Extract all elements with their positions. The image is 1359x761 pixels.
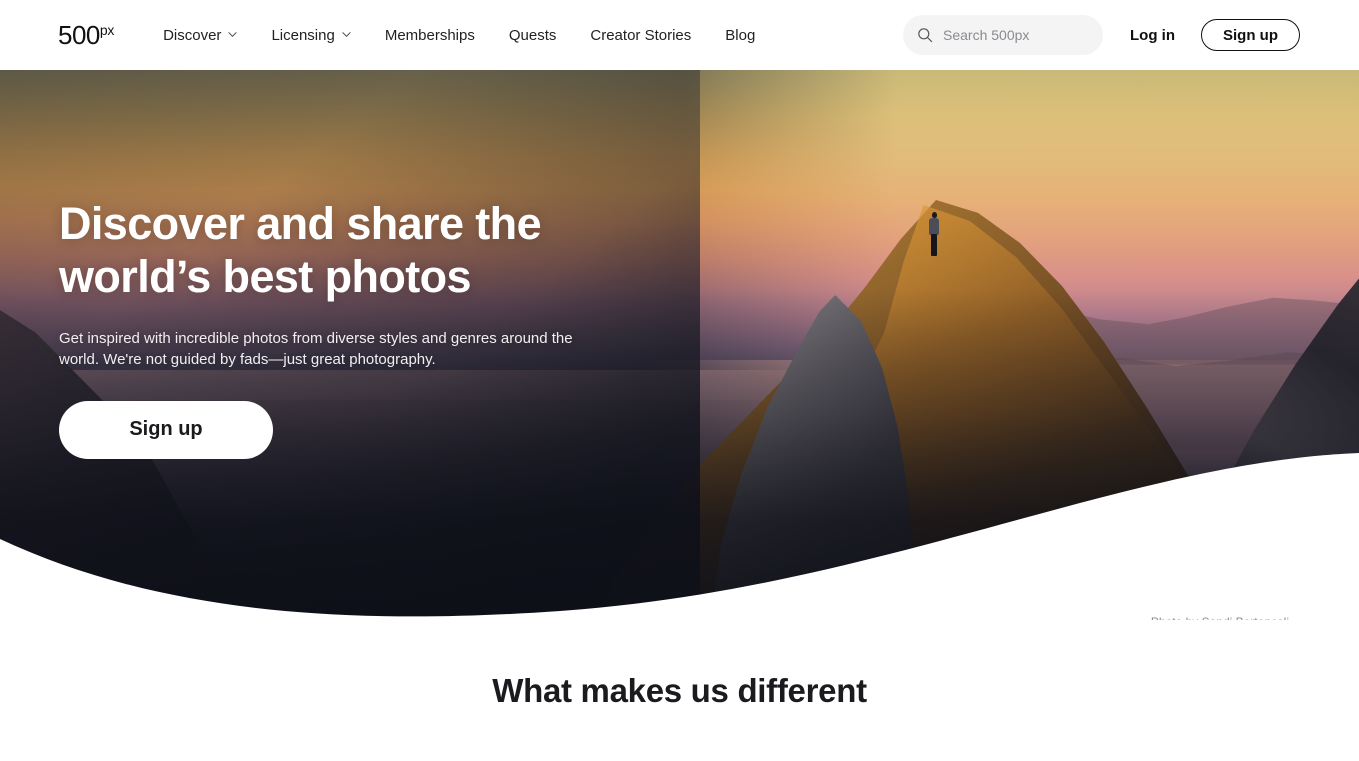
what-makes-us-different-section: What makes us different — [0, 620, 1359, 761]
site-header: 500 px Discover Licensing Memberships Qu… — [0, 0, 1359, 70]
search-input[interactable] — [943, 27, 1089, 43]
signup-button-header[interactable]: Sign up — [1201, 19, 1300, 51]
nav-item-creator-stories[interactable]: Creator Stories — [573, 27, 708, 44]
signup-button-hero[interactable]: Sign up — [59, 400, 273, 459]
primary-navigation: Discover Licensing Memberships Quests Cr… — [146, 27, 772, 44]
photo-credit: Photo by Sandi Bertoncelj — [1151, 615, 1289, 620]
hero-subtitle: Get inspired with incredible photos from… — [59, 330, 573, 368]
chevron-down-icon — [342, 30, 351, 39]
nav-item-memberships[interactable]: Memberships — [368, 27, 492, 44]
login-button[interactable]: Log in — [1130, 27, 1175, 44]
chevron-down-icon — [228, 30, 238, 39]
hero-title-line-2: world’s best photos — [59, 250, 472, 302]
logo-superscript: px — [99, 22, 115, 38]
nav-label: Discover — [163, 26, 222, 44]
site-logo[interactable]: 500 px — [58, 22, 114, 48]
nav-label: Memberships — [384, 26, 475, 44]
logo-text: 500 — [58, 20, 100, 50]
search-box[interactable] — [903, 15, 1103, 55]
hero-content: Discover and share the world’s best phot… — [59, 198, 679, 459]
nav-label: Creator Stories — [590, 26, 692, 44]
hero-title: Discover and share the world’s best phot… — [59, 198, 679, 303]
nav-label: Licensing — [271, 26, 335, 44]
hero-title-line-1: Discover and share the — [59, 198, 542, 249]
nav-label: Blog — [725, 26, 756, 44]
section-title: What makes us different — [492, 672, 867, 709]
nav-item-discover[interactable]: Discover — [146, 27, 254, 44]
search-icon — [917, 27, 933, 43]
nav-item-quests[interactable]: Quests — [492, 27, 574, 44]
hero-section: Discover and share the world’s best phot… — [0, 70, 1359, 620]
nav-item-blog[interactable]: Blog — [708, 27, 772, 44]
header-actions: Log in Sign up — [903, 15, 1300, 55]
nav-item-licensing[interactable]: Licensing — [254, 27, 367, 44]
nav-label: Quests — [508, 26, 557, 44]
